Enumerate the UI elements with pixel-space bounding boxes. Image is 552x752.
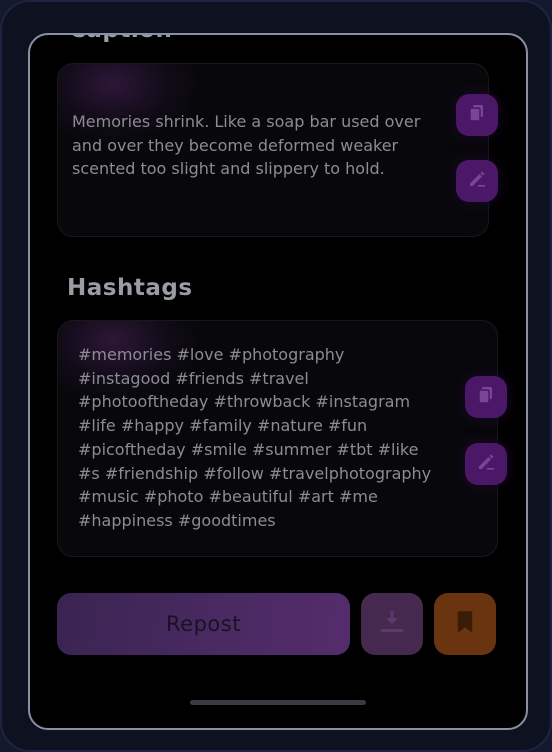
caption-text: Memories shrink. Like a soap bar used ov… [72,112,421,179]
caption-title: Caption [69,35,172,43]
copy-icon [467,103,487,127]
edit-icon [476,452,496,476]
device-frame: Caption Memories shrink. Like a soap bar… [0,0,552,752]
app-screen: Caption Memories shrink. Like a soap bar… [28,33,528,730]
hashtags-edit-button[interactable] [465,443,507,485]
hashtags-card: #memories #love #photography #instagood … [57,320,498,557]
copy-icon [476,385,496,409]
hashtags-text: #memories #love #photography #instagood … [78,345,432,530]
bookmark-button[interactable] [434,593,496,655]
edit-icon [467,169,487,193]
caption-card: Memories shrink. Like a soap bar used ov… [57,63,489,237]
home-indicator[interactable] [190,700,366,705]
hashtags-copy-button[interactable] [465,376,507,418]
repost-button[interactable]: Repost [57,593,350,655]
download-button[interactable] [361,593,423,655]
bookmark-icon [456,610,474,638]
caption-edit-button[interactable] [456,160,498,202]
download-icon [379,609,405,639]
hashtags-title: Hashtags [67,275,193,301]
caption-copy-button[interactable] [456,94,498,136]
